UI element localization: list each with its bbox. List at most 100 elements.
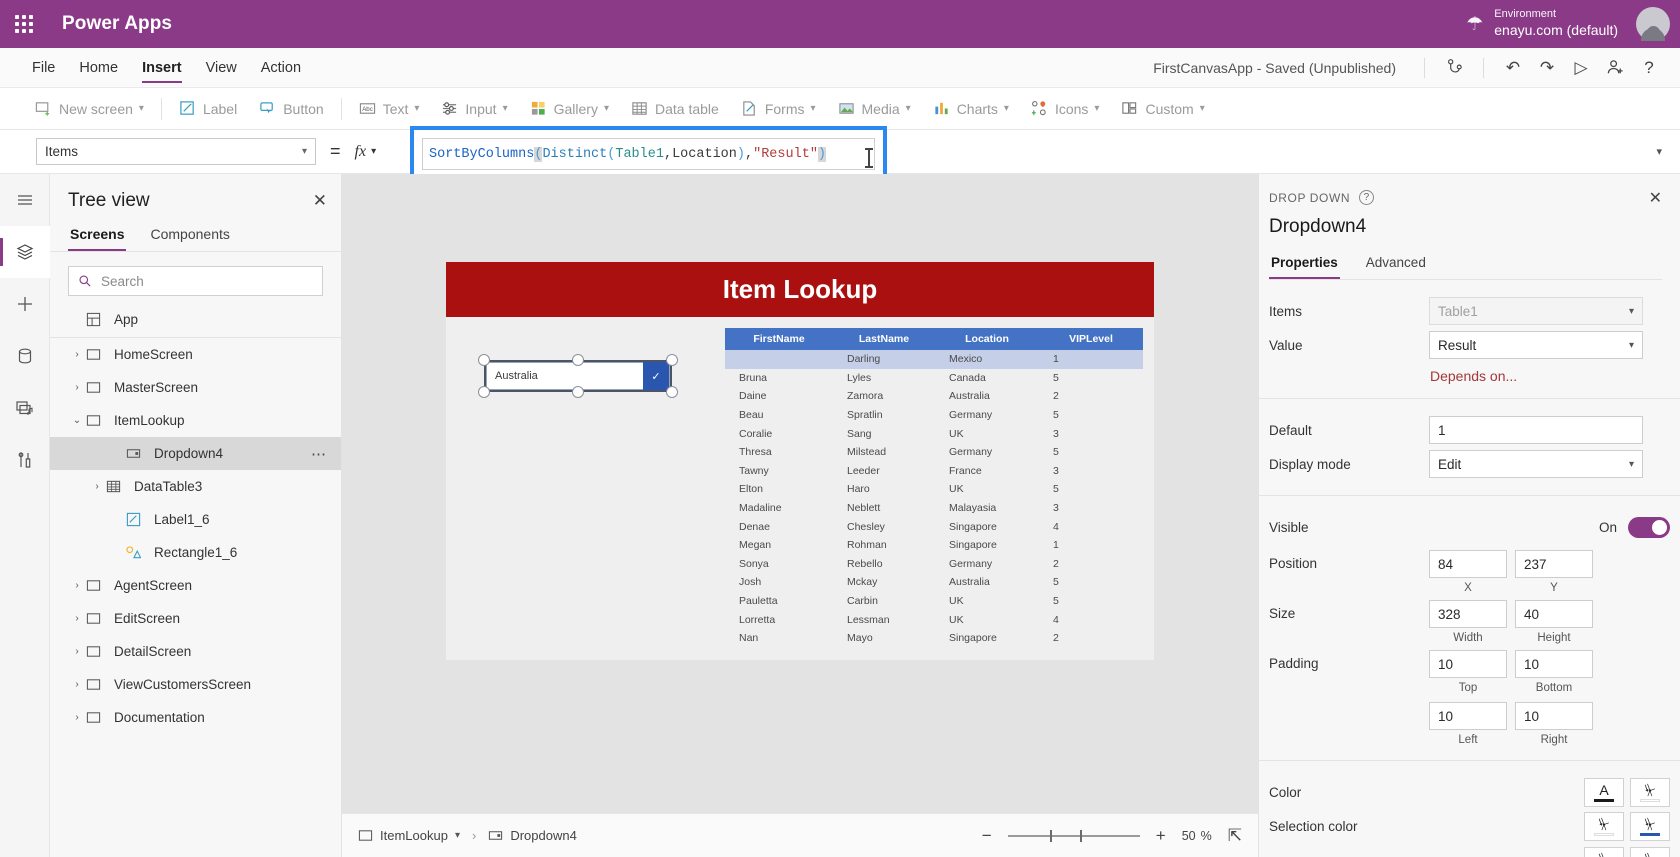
formula-input[interactable]: SortByColumns(Distinct(Table1, Location)… bbox=[422, 138, 875, 170]
table-row[interactable]: Elton Haro UK 5 bbox=[725, 480, 1143, 499]
tab-components[interactable]: Components bbox=[148, 222, 231, 251]
table-row[interactable]: Nan Mayo Singapore 2 bbox=[725, 629, 1143, 648]
breadcrumb-screen[interactable]: ItemLookup ▾ bbox=[358, 828, 460, 843]
data-sources-icon[interactable] bbox=[0, 330, 50, 382]
resize-handle-top-middle[interactable] bbox=[572, 354, 584, 366]
table-row[interactable]: Lorretta Lessman UK 4 bbox=[725, 610, 1143, 629]
more-options-icon[interactable]: ⋯ bbox=[311, 445, 327, 463]
formula-expand-chevron-icon[interactable]: ▾ bbox=[1656, 145, 1662, 158]
advanced-tools-icon[interactable] bbox=[0, 434, 50, 486]
search-input[interactable]: Search bbox=[68, 266, 323, 296]
menu-item-file[interactable]: File bbox=[20, 48, 67, 88]
tab-advanced[interactable]: Advanced bbox=[1364, 252, 1428, 279]
column-header-lastname[interactable]: LastName bbox=[833, 328, 935, 350]
ribbon-input-btn[interactable]: Input ▾ bbox=[430, 88, 518, 130]
table-row[interactable]: Coralie Sang UK 3 bbox=[725, 424, 1143, 443]
media-library-icon[interactable] bbox=[0, 382, 50, 434]
extra-fill-button[interactable]: ⏧ bbox=[1584, 846, 1624, 857]
zoom-slider[interactable] bbox=[1007, 829, 1140, 843]
chevron-down-icon[interactable]: ⌄ bbox=[68, 415, 86, 426]
tree-node-viewcustomersscreen[interactable]: › ViewCustomersScreen bbox=[50, 668, 341, 701]
selection-font-color-button[interactable]: ⏧ bbox=[1584, 811, 1624, 841]
undo-icon[interactable]: ↶ bbox=[1496, 51, 1530, 85]
fill-color-button[interactable]: ⏧ bbox=[1630, 777, 1670, 807]
depends-on-link[interactable]: Depends on... bbox=[1429, 368, 1517, 384]
plus-icon[interactable]: + bbox=[1150, 826, 1172, 846]
chevron-right-icon[interactable]: › bbox=[68, 613, 86, 624]
fx-button[interactable]: fx ▾ bbox=[355, 143, 377, 161]
chevron-right-icon[interactable]: › bbox=[68, 679, 86, 690]
selection-fill-color-button[interactable]: ⏧ bbox=[1630, 811, 1670, 841]
resize-handle-top-left[interactable] bbox=[478, 354, 490, 366]
app-screen-preview[interactable]: Item Lookup FirstName LastName Location … bbox=[446, 262, 1154, 660]
ribbon-label-btn[interactable]: Label bbox=[168, 88, 248, 130]
resize-handle-bottom-left[interactable] bbox=[478, 386, 490, 398]
padding-bottom-input[interactable]: 10 bbox=[1515, 650, 1593, 678]
menu-item-insert[interactable]: Insert bbox=[130, 48, 194, 88]
app-launcher-icon[interactable] bbox=[0, 0, 48, 48]
minus-icon[interactable]: − bbox=[976, 826, 998, 846]
table-row[interactable]: Tawny Leeder France 3 bbox=[725, 462, 1143, 481]
help-circle-icon[interactable]: ? bbox=[1359, 190, 1375, 205]
ribbon-gallery-btn[interactable]: Gallery ▾ bbox=[519, 88, 620, 130]
table-row[interactable]: Thresa Milstead Germany 5 bbox=[725, 443, 1143, 462]
padding-left-input[interactable]: 10 bbox=[1429, 702, 1507, 730]
tab-screens[interactable]: Screens bbox=[68, 222, 127, 251]
menu-item-view[interactable]: View bbox=[194, 48, 249, 88]
chevron-right-icon[interactable]: › bbox=[68, 580, 86, 591]
chevron-right-icon[interactable]: › bbox=[68, 646, 86, 657]
tree-node-label1-6[interactable]: › Label1_6 bbox=[50, 503, 341, 536]
resize-handle-bottom-right[interactable] bbox=[666, 386, 678, 398]
chevron-right-icon[interactable]: › bbox=[68, 382, 86, 393]
table-row[interactable]: Megan Rohman Singapore 1 bbox=[725, 536, 1143, 555]
size-width-input[interactable]: 328 bbox=[1429, 600, 1507, 628]
tree-node-rectangle1-6[interactable]: › Rectangle1_6 bbox=[50, 536, 341, 569]
data-table-control[interactable]: FirstName LastName Location VIPLevel Dar… bbox=[725, 328, 1143, 648]
default-field[interactable]: 1 bbox=[1429, 416, 1643, 444]
menu-item-home[interactable]: Home bbox=[67, 48, 130, 88]
ribbon-data-table-btn[interactable]: Data table bbox=[620, 88, 730, 130]
table-row[interactable]: Josh Mckay Australia 5 bbox=[725, 573, 1143, 592]
column-header-viplevel[interactable]: VIPLevel bbox=[1039, 328, 1143, 350]
ribbon-button-btn[interactable]: Button bbox=[248, 88, 334, 130]
ribbon-forms-btn[interactable]: Forms ▾ bbox=[730, 88, 827, 130]
items-field[interactable]: Table1 ▾ bbox=[1429, 297, 1643, 325]
tree-node-app[interactable]: › App bbox=[50, 302, 341, 338]
tree-node-detailscreen[interactable]: › DetailScreen bbox=[50, 635, 341, 668]
position-x-input[interactable]: 84 bbox=[1429, 550, 1507, 578]
value-field[interactable]: Result ▾ bbox=[1429, 331, 1643, 359]
padding-top-input[interactable]: 10 bbox=[1429, 650, 1507, 678]
selection-box[interactable] bbox=[478, 354, 678, 398]
tree-node-masterscreen[interactable]: › MasterScreen bbox=[50, 371, 341, 404]
chevron-right-icon[interactable]: › bbox=[68, 712, 86, 723]
app-checker-icon[interactable] bbox=[1437, 51, 1471, 85]
tree-node-datatable3[interactable]: › DataTable3 bbox=[50, 470, 341, 503]
help-icon[interactable]: ? bbox=[1632, 51, 1666, 85]
ribbon-custom-btn[interactable]: Custom ▾ bbox=[1110, 88, 1215, 130]
chevron-right-icon[interactable]: › bbox=[68, 349, 86, 360]
table-row[interactable]: Madaline Neblett Malayasia 3 bbox=[725, 499, 1143, 518]
display-mode-field[interactable]: Edit ▾ bbox=[1429, 450, 1643, 478]
table-row[interactable]: Darling Mexico 1 bbox=[725, 350, 1143, 369]
breadcrumb-control[interactable]: Dropdown4 bbox=[488, 828, 577, 843]
tree-node-dropdown4[interactable]: › Dropdown4 ⋯ bbox=[50, 437, 341, 470]
table-row[interactable]: Sonya Rebello Germany 2 bbox=[725, 555, 1143, 574]
tree-node-itemlookup[interactable]: ⌄ ItemLookup bbox=[50, 404, 341, 437]
column-header-firstname[interactable]: FirstName bbox=[725, 328, 833, 350]
column-header-location[interactable]: Location bbox=[935, 328, 1039, 350]
redo-icon[interactable]: ↷ bbox=[1530, 51, 1564, 85]
avatar[interactable] bbox=[1636, 7, 1670, 41]
hamburger-menu-icon[interactable] bbox=[0, 174, 50, 226]
extra-accent-button[interactable]: ⏧ bbox=[1630, 846, 1670, 857]
ribbon-media-btn[interactable]: Media ▾ bbox=[827, 88, 922, 130]
padding-right-input[interactable]: 10 bbox=[1515, 702, 1593, 730]
visible-toggle[interactable] bbox=[1628, 516, 1670, 538]
play-preview-icon[interactable]: ▷ bbox=[1564, 51, 1598, 85]
ribbon-charts-btn[interactable]: Charts ▾ bbox=[922, 88, 1020, 130]
chevron-right-icon[interactable]: › bbox=[88, 481, 106, 492]
ribbon-new-screen[interactable]: New screen ▾ bbox=[24, 88, 155, 130]
menu-item-action[interactable]: Action bbox=[249, 48, 313, 88]
tree-node-documentation[interactable]: › Documentation bbox=[50, 701, 341, 734]
insert-plus-icon[interactable] bbox=[0, 278, 50, 330]
position-y-input[interactable]: 237 bbox=[1515, 550, 1593, 578]
